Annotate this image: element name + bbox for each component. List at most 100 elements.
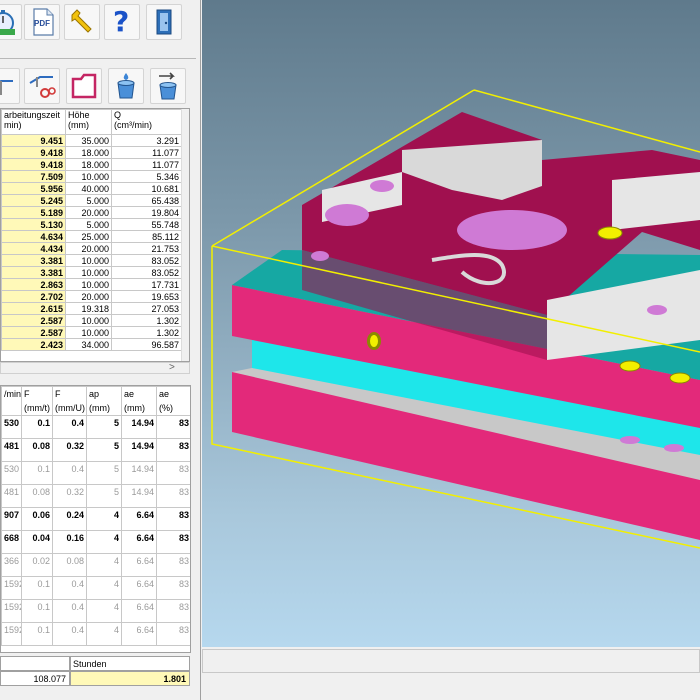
table-cell[interactable]: 668 <box>1 530 22 554</box>
table-cell[interactable]: 0.1 <box>21 622 53 646</box>
table-cell[interactable]: 19.653 <box>111 290 182 303</box>
table-row[interactable]: 2.587 10.000 1.302 <box>1 314 182 327</box>
table-cell[interactable]: 10.000 <box>65 254 112 267</box>
column-header[interactable]: ap (mm) <box>86 386 122 416</box>
table-cell[interactable]: 2.702 <box>1 290 66 303</box>
table-cell[interactable]: 25.000 <box>65 230 112 243</box>
table-row[interactable]: 4.434 20.000 21.753 <box>1 242 182 255</box>
table-cell[interactable]: 0.04 <box>21 530 53 554</box>
table-cell[interactable]: 5 <box>86 461 122 485</box>
column-header[interactable]: Höhe (mm) <box>65 109 112 135</box>
table-cell[interactable]: 0.1 <box>21 415 53 439</box>
table-cell[interactable]: 10.000 <box>65 170 112 183</box>
table-cell[interactable]: 5 <box>86 415 122 439</box>
table-cell[interactable]: 10.000 <box>65 278 112 291</box>
table-row[interactable]: 9.418 18.000 11.077 <box>1 158 182 171</box>
table-cell[interactable]: 2.587 <box>1 326 66 339</box>
table-cell[interactable]: 4.634 <box>1 230 66 243</box>
table-cell[interactable]: 11.077 <box>111 146 182 159</box>
table-cell[interactable]: 0.32 <box>52 484 87 508</box>
table-cell[interactable]: 83 <box>156 576 190 600</box>
table-cell[interactable]: 1592 <box>1 576 22 600</box>
table-cell[interactable]: 18.000 <box>65 146 112 159</box>
table-cell[interactable]: 83 <box>156 484 190 508</box>
table-cell[interactable]: 2.587 <box>1 314 66 327</box>
table-cell[interactable]: 35.000 <box>65 134 112 147</box>
table-cell[interactable]: 17.731 <box>111 278 182 291</box>
table-cell[interactable]: 0.1 <box>21 599 53 623</box>
table-cell[interactable]: 6.64 <box>121 599 157 623</box>
table-cell[interactable]: 4 <box>86 553 122 577</box>
table-cell[interactable]: 20.000 <box>65 290 112 303</box>
table-cell[interactable]: 6.64 <box>121 530 157 554</box>
table-cell[interactable]: 4 <box>86 507 122 531</box>
table-row[interactable]: 5.956 40.000 10.681 <box>1 182 182 195</box>
table-cell[interactable]: 0.16 <box>52 530 87 554</box>
column-header[interactable]: F (mm/t) <box>21 386 53 416</box>
table-cell[interactable]: 5.000 <box>65 194 112 207</box>
table-row[interactable]: 9.451 35.000 3.291 <box>1 134 182 147</box>
table-cell[interactable]: 19.804 <box>111 206 182 219</box>
table-cell[interactable]: 55.748 <box>111 218 182 231</box>
table-cell[interactable]: 0.08 <box>52 553 87 577</box>
settings-wrench-button[interactable] <box>64 4 100 40</box>
table-cell[interactable]: 4.434 <box>1 242 66 255</box>
table-row[interactable]: 668 0.04 0.16 4 6.64 83 <box>1 530 190 554</box>
table-cell[interactable]: 10.681 <box>111 182 182 195</box>
table-cell[interactable]: 11.077 <box>111 158 182 171</box>
table-cell[interactable]: 83 <box>156 553 190 577</box>
table-cell[interactable]: 0.06 <box>21 507 53 531</box>
table-cell[interactable]: 5.130 <box>1 218 66 231</box>
table-cell[interactable]: 0.32 <box>52 438 87 462</box>
table-row[interactable]: 2.423 34.000 96.587 <box>1 338 182 351</box>
table-cell[interactable]: 40.000 <box>65 182 112 195</box>
table-cell[interactable]: 83 <box>156 530 190 554</box>
table-cell[interactable]: 83 <box>156 507 190 531</box>
table-cell[interactable]: 96.587 <box>111 338 182 351</box>
table-cell[interactable]: 3.381 <box>1 254 66 267</box>
table-cell[interactable]: 9.418 <box>1 158 66 171</box>
table-row[interactable]: 5.189 20.000 19.804 <box>1 206 182 219</box>
table-row[interactable]: 907 0.06 0.24 4 6.64 83 <box>1 507 190 531</box>
tool-path-button[interactable] <box>0 68 20 104</box>
table-row[interactable]: 481 0.08 0.32 5 14.94 83 <box>1 438 190 462</box>
table-cell[interactable]: 14.94 <box>121 438 157 462</box>
table-cell[interactable]: 0.4 <box>52 461 87 485</box>
table-cell[interactable]: 0.4 <box>52 622 87 646</box>
table-cell[interactable]: 10.000 <box>65 266 112 279</box>
table1-horizontal-scrollbar[interactable]: > <box>0 362 190 374</box>
table-cell[interactable]: 1592 <box>1 599 22 623</box>
table-cell[interactable]: 6.64 <box>121 622 157 646</box>
table-cell[interactable]: 19.318 <box>65 302 112 315</box>
table-cell[interactable]: 6.64 <box>121 553 157 577</box>
table-row[interactable]: 3.381 10.000 83.052 <box>1 254 182 267</box>
table-cell[interactable]: 2.863 <box>1 278 66 291</box>
table1-vertical-scrollbar[interactable] <box>181 109 189 361</box>
pdf-button[interactable]: PDF <box>24 4 60 40</box>
table-cell[interactable]: 5 <box>86 484 122 508</box>
table-cell[interactable]: 10.000 <box>65 326 112 339</box>
table-cell[interactable]: 5.189 <box>1 206 66 219</box>
table-cell[interactable]: 0.4 <box>52 599 87 623</box>
table-cell[interactable]: 907 <box>1 507 22 531</box>
table-cell[interactable]: 0.1 <box>21 461 53 485</box>
table-row[interactable]: 2.702 20.000 19.653 <box>1 290 182 303</box>
workpiece-3d-model[interactable] <box>202 0 700 647</box>
table-cell[interactable]: 20.000 <box>65 242 112 255</box>
table-cell[interactable]: 1.302 <box>111 326 182 339</box>
table-cell[interactable]: 83 <box>156 622 190 646</box>
column-header[interactable]: F (mm/U) <box>52 386 87 416</box>
table-cell[interactable]: 0.08 <box>21 438 53 462</box>
table-cell[interactable]: 4 <box>86 599 122 623</box>
table-row[interactable]: 530 0.1 0.4 5 14.94 83 <box>1 415 190 439</box>
table-cell[interactable]: 83 <box>156 438 190 462</box>
table-row[interactable]: 530 0.1 0.4 5 14.94 83 <box>1 461 190 485</box>
table-cell[interactable]: 5.000 <box>65 218 112 231</box>
table-cell[interactable]: 21.753 <box>111 242 182 255</box>
table-cell[interactable]: 83 <box>156 415 190 439</box>
table-cell[interactable]: 4 <box>86 622 122 646</box>
table-cell[interactable]: 18.000 <box>65 158 112 171</box>
table-cell[interactable]: 9.451 <box>1 134 66 147</box>
table-row[interactable]: 7.509 10.000 5.346 <box>1 170 182 183</box>
table-row[interactable]: 15920.10.446.6483 <box>1 622 190 646</box>
